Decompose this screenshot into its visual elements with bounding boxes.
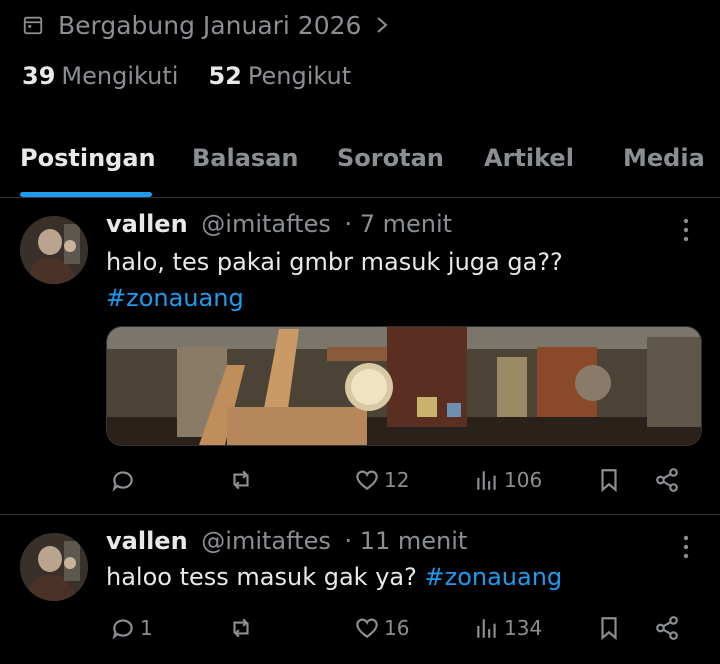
post-text: haloo tess masuk gak ya? #zonauang xyxy=(106,559,696,595)
followers-count: 52 xyxy=(208,62,242,90)
share-icon xyxy=(656,468,678,492)
author-name[interactable]: vallen xyxy=(106,210,188,238)
tab-balasan[interactable]: Balasan xyxy=(192,144,298,172)
bookmark-icon xyxy=(601,469,617,493)
author-handle[interactable]: @imitaftes xyxy=(201,527,331,555)
author-name[interactable]: vallen xyxy=(106,527,188,555)
tab-media[interactable]: Media xyxy=(623,144,705,172)
views-icon xyxy=(477,619,496,638)
view-count: 134 xyxy=(504,616,543,640)
post-header: vallen @imitaftes · 7 menit xyxy=(106,210,452,238)
reply-icon xyxy=(112,619,133,640)
following-count: 39 xyxy=(22,62,56,90)
tab-sorotan[interactable]: Sorotan xyxy=(337,144,444,172)
repost-icon xyxy=(233,618,249,638)
repost-button[interactable] xyxy=(228,608,254,648)
heart-icon xyxy=(356,470,378,490)
follow-stats: 39 Mengikuti 52 Pengikut xyxy=(22,62,351,90)
hashtag-link[interactable]: #zonauang xyxy=(424,563,562,591)
chevron-right-icon xyxy=(377,17,388,33)
repost-button[interactable] xyxy=(228,460,254,500)
joined-date[interactable]: Bergabung Januari 2026 xyxy=(22,8,389,42)
bookmark-button[interactable] xyxy=(596,608,622,648)
views-button[interactable]: 134 xyxy=(474,608,542,648)
tab-artikel[interactable]: Artikel xyxy=(484,144,574,172)
hashtag-link[interactable]: #zonauang xyxy=(106,280,696,316)
following-label: Mengikuti xyxy=(61,62,179,90)
followers-link[interactable]: 52 Pengikut xyxy=(208,62,351,90)
post-body: halo, tes pakai gmbr masuk juga ga?? xyxy=(106,248,563,276)
avatar[interactable] xyxy=(20,216,88,284)
post-header: vallen @imitaftes · 11 menit xyxy=(106,527,467,555)
like-button[interactable]: 16 xyxy=(354,608,409,648)
post-text: halo, tes pakai gmbr masuk juga ga?? #zo… xyxy=(106,244,696,316)
profile-tabs: Postingan Balasan Sorotan Artikel Media xyxy=(0,130,720,198)
like-button[interactable]: 12 xyxy=(354,460,409,500)
followers-label: Pengikut xyxy=(247,62,352,90)
joined-label: Bergabung Januari 2026 xyxy=(58,10,362,40)
like-count: 16 xyxy=(384,616,410,640)
views-button[interactable]: 106 xyxy=(474,460,542,500)
reply-count: 1 xyxy=(140,616,153,640)
post-time[interactable]: · 7 menit xyxy=(344,210,452,238)
reply-button[interactable]: 1 xyxy=(110,608,153,648)
bookmark-button[interactable] xyxy=(596,460,622,500)
post-actions: 12 106 xyxy=(0,460,720,500)
post-body: haloo tess masuk gak ya? xyxy=(106,563,417,591)
post-image[interactable] xyxy=(106,326,702,446)
share-button[interactable] xyxy=(654,460,680,500)
share-icon xyxy=(656,616,678,640)
bookmark-icon xyxy=(601,617,617,641)
post[interactable]: vallen @imitaftes · 11 menit haloo tess … xyxy=(0,515,720,664)
share-button[interactable] xyxy=(654,608,680,648)
author-handle[interactable]: @imitaftes xyxy=(201,210,331,238)
heart-icon xyxy=(356,618,378,638)
active-tab-indicator xyxy=(20,192,152,197)
calendar-icon xyxy=(23,16,43,35)
reply-icon xyxy=(112,471,133,492)
following-link[interactable]: 39 Mengikuti xyxy=(22,62,178,90)
like-count: 12 xyxy=(384,468,410,492)
post[interactable]: vallen @imitaftes · 7 menit halo, tes pa… xyxy=(0,198,720,515)
post-actions: 1 16 134 xyxy=(0,608,720,648)
avatar[interactable] xyxy=(20,533,88,601)
repost-icon xyxy=(233,470,249,490)
more-icon[interactable] xyxy=(678,216,694,244)
view-count: 106 xyxy=(504,468,543,492)
more-icon[interactable] xyxy=(678,533,694,561)
views-icon xyxy=(477,471,496,490)
tab-postingan[interactable]: Postingan xyxy=(20,144,156,172)
post-time[interactable]: · 11 menit xyxy=(344,527,467,555)
reply-button[interactable] xyxy=(110,460,136,500)
